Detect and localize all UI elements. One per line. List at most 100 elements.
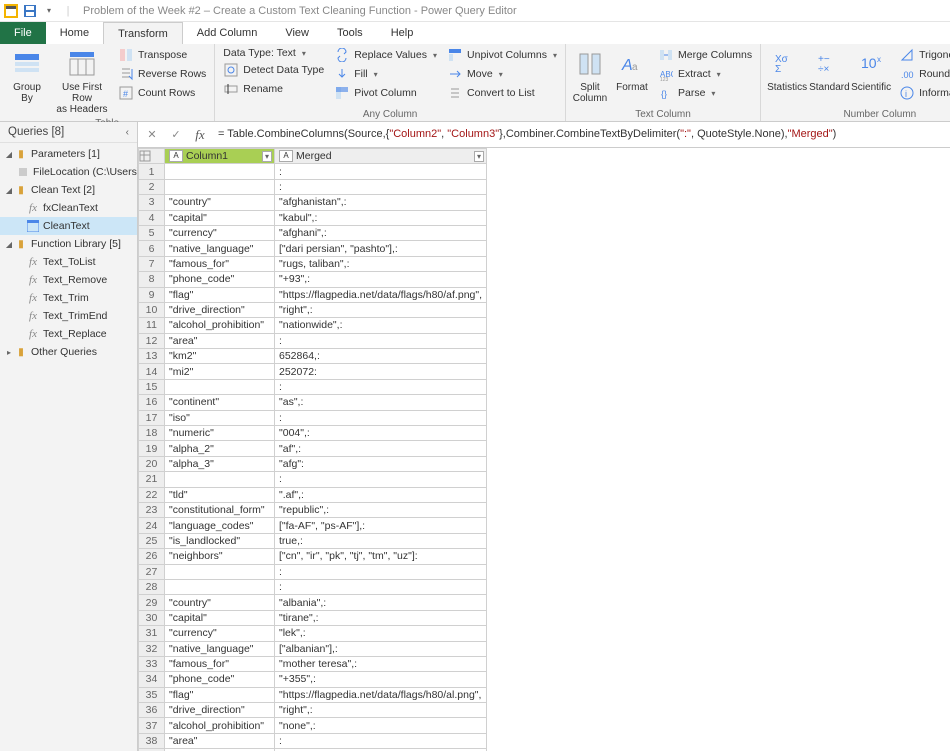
cell-column1[interactable]: "native_language" xyxy=(165,241,275,256)
filter-dropdown-icon[interactable]: ▾ xyxy=(474,151,484,162)
table-row[interactable]: 19"alpha_2""af",: xyxy=(139,441,487,456)
cell-merged[interactable]: "right",: xyxy=(275,703,487,718)
tree-item-text-replace[interactable]: fxText_Replace xyxy=(0,325,137,343)
replace-values-button[interactable]: Replace Values▾ xyxy=(330,46,441,64)
cell-column1[interactable]: "alpha_3" xyxy=(165,456,275,471)
row-number[interactable]: 38 xyxy=(139,733,165,748)
cell-column1[interactable]: "country" xyxy=(165,595,275,610)
info-button[interactable]: iInformation▾ xyxy=(895,84,950,102)
move-button[interactable]: Move▾ xyxy=(443,65,561,83)
table-row[interactable]: 4"capital""kabul",: xyxy=(139,210,487,225)
table-row[interactable]: 8"phone_code""+93",: xyxy=(139,272,487,287)
row-number[interactable]: 17 xyxy=(139,410,165,425)
cell-merged[interactable]: : xyxy=(275,179,487,194)
cell-column1[interactable] xyxy=(165,579,275,594)
cell-column1[interactable]: "alpha_2" xyxy=(165,441,275,456)
cell-merged[interactable]: "albania",: xyxy=(275,595,487,610)
data-type-button[interactable]: Data Type: Text▾ xyxy=(219,46,328,60)
cell-column1[interactable]: "currency" xyxy=(165,626,275,641)
cell-column1[interactable]: "flag" xyxy=(165,687,275,702)
cell-column1[interactable] xyxy=(165,472,275,487)
tab-add-column[interactable]: Add Column xyxy=(183,22,272,44)
cell-merged[interactable]: ".af",: xyxy=(275,487,487,502)
cell-column1[interactable]: "numeric" xyxy=(165,426,275,441)
cell-merged[interactable]: "right",: xyxy=(275,302,487,317)
scientific-button[interactable]: 10x Scientific xyxy=(849,46,893,95)
table-row[interactable]: 14"mi2"252072: xyxy=(139,364,487,379)
cell-merged[interactable]: ["albanian"],: xyxy=(275,641,487,656)
row-number[interactable]: 14 xyxy=(139,364,165,379)
row-number[interactable]: 24 xyxy=(139,518,165,533)
cell-merged[interactable]: : xyxy=(275,379,487,394)
table-row[interactable]: 6"native_language"["dari persian", "pash… xyxy=(139,241,487,256)
cell-merged[interactable]: "afghani",: xyxy=(275,225,487,240)
row-number[interactable]: 5 xyxy=(139,225,165,240)
cell-column1[interactable]: "is_landlocked" xyxy=(165,533,275,548)
count-rows-button[interactable]: #Count Rows xyxy=(114,84,210,102)
row-number[interactable]: 32 xyxy=(139,641,165,656)
row-number[interactable]: 4 xyxy=(139,210,165,225)
table-row[interactable]: 13"km2"652864,: xyxy=(139,349,487,364)
save-icon[interactable] xyxy=(21,2,39,20)
table-row[interactable]: 22"tld"".af",: xyxy=(139,487,487,502)
cell-column1[interactable]: "km2" xyxy=(165,349,275,364)
queries-header[interactable]: Queries [8] ‹ xyxy=(0,122,137,143)
cell-column1[interactable]: "famous_for" xyxy=(165,256,275,271)
cell-column1[interactable]: "mi2" xyxy=(165,364,275,379)
formula-input[interactable]: = Table.CombineColumns(Source,{"Column2"… xyxy=(214,126,946,143)
row-number[interactable]: 21 xyxy=(139,472,165,487)
cell-merged[interactable]: : xyxy=(275,410,487,425)
cell-column1[interactable]: "tld" xyxy=(165,487,275,502)
convert-list-button[interactable]: Convert to List xyxy=(443,84,561,102)
collapse-icon[interactable]: ‹ xyxy=(126,127,129,138)
rename-button[interactable]: Rename xyxy=(219,80,328,98)
cell-merged[interactable]: "as",: xyxy=(275,395,487,410)
cell-column1[interactable]: "phone_code" xyxy=(165,272,275,287)
row-number[interactable]: 37 xyxy=(139,718,165,733)
tree-item-text-trimend[interactable]: fxText_TrimEnd xyxy=(0,307,137,325)
cell-merged[interactable]: ["cn", "ir", "pk", "tj", "tm", "uz"]: xyxy=(275,549,487,564)
table-row[interactable]: 30"capital""tirane",: xyxy=(139,610,487,625)
detect-type-button[interactable]: Detect Data Type xyxy=(219,61,328,79)
table-row[interactable]: 26"neighbors"["cn", "ir", "pk", "tj", "t… xyxy=(139,549,487,564)
cell-merged[interactable]: "afghanistan",: xyxy=(275,195,487,210)
cell-column1[interactable]: "currency" xyxy=(165,225,275,240)
table-row[interactable]: 36"drive_direction""right",: xyxy=(139,703,487,718)
row-number[interactable]: 13 xyxy=(139,349,165,364)
row-number[interactable]: 20 xyxy=(139,456,165,471)
cell-column1[interactable]: "alcohol_prohibition" xyxy=(165,318,275,333)
type-icon[interactable]: A xyxy=(169,150,183,162)
cell-merged[interactable]: "tirane",: xyxy=(275,610,487,625)
cell-column1[interactable]: "drive_direction" xyxy=(165,703,275,718)
group-by-button[interactable]: Group By xyxy=(4,46,50,106)
table-row[interactable]: 12"area": xyxy=(139,333,487,348)
cell-column1[interactable]: "phone_code" xyxy=(165,672,275,687)
row-number[interactable]: 33 xyxy=(139,656,165,671)
tree-item-parameters--1-[interactable]: ◢▮Parameters [1] xyxy=(0,145,137,163)
type-icon[interactable]: A xyxy=(279,150,293,162)
cell-column1[interactable]: "capital" xyxy=(165,210,275,225)
transpose-button[interactable]: Transpose xyxy=(114,46,210,64)
row-number[interactable]: 2 xyxy=(139,179,165,194)
row-number[interactable]: 11 xyxy=(139,318,165,333)
column-header-column1[interactable]: AColumn1▾ xyxy=(165,149,275,164)
row-number[interactable]: 30 xyxy=(139,610,165,625)
row-number[interactable]: 12 xyxy=(139,333,165,348)
cell-merged[interactable]: "004",: xyxy=(275,426,487,441)
tab-home[interactable]: Home xyxy=(46,22,103,44)
table-row[interactable]: 7"famous_for""rugs, taliban",: xyxy=(139,256,487,271)
format-button[interactable]: Aa Format xyxy=(612,46,652,95)
cell-merged[interactable]: "lek",: xyxy=(275,626,487,641)
cell-merged[interactable]: ["fa-AF", "ps-AF"],: xyxy=(275,518,487,533)
tree-item-other-queries[interactable]: ▸▮Other Queries xyxy=(0,343,137,361)
cell-merged[interactable]: true,: xyxy=(275,533,487,548)
corner-cell[interactable] xyxy=(139,149,165,164)
cell-merged[interactable]: : xyxy=(275,164,487,179)
row-number[interactable]: 19 xyxy=(139,441,165,456)
row-number[interactable]: 26 xyxy=(139,549,165,564)
cell-merged[interactable]: : xyxy=(275,472,487,487)
cell-merged[interactable]: "republic",: xyxy=(275,502,487,517)
cell-merged[interactable]: "+355",: xyxy=(275,672,487,687)
table-row[interactable]: 29"country""albania",: xyxy=(139,595,487,610)
row-number[interactable]: 29 xyxy=(139,595,165,610)
